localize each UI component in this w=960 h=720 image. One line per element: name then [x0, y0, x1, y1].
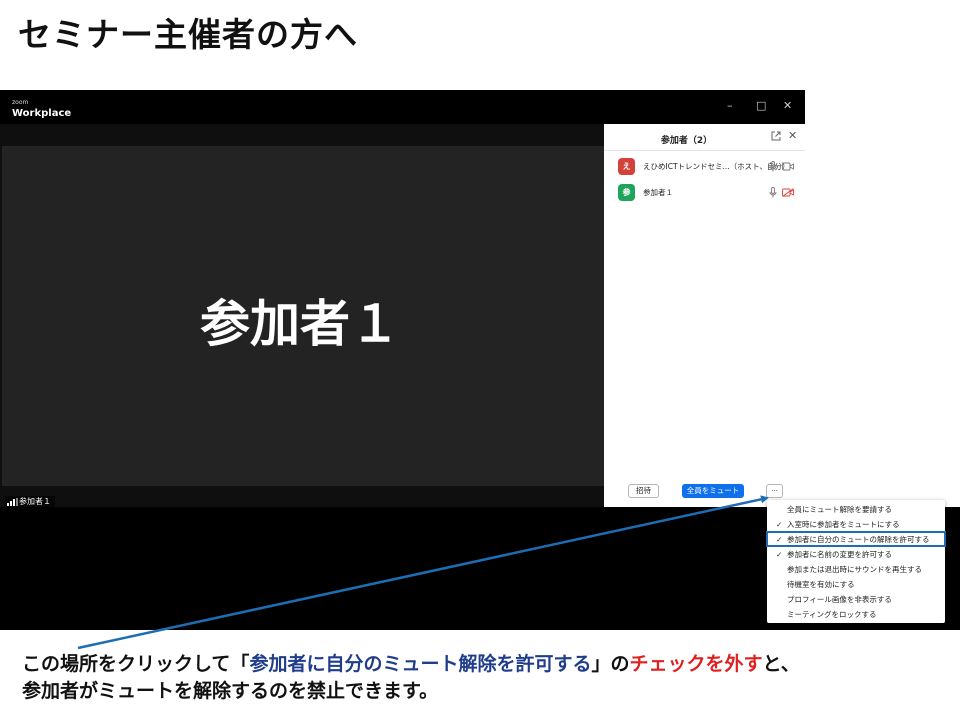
participant-options-menu: 全員にミュート解除を要請する ✓ 入室時に参加者をミュートにする ✓ 参加者に自…	[767, 500, 945, 623]
participant-row-host[interactable]: え えひめICTトレンドセミ...（ホスト、自分）	[618, 158, 798, 176]
caption-highlight-option: 参加者に自分のミュート解除を許可する	[249, 653, 592, 675]
menu-item-label: 参加または退出時にサウンドを再生する	[787, 565, 922, 574]
participant-name: えひめICTトレンドセミ...（ホスト、自分）	[643, 162, 790, 171]
menu-item-play-sound[interactable]: 参加または退出時にサウンドを再生する	[767, 562, 945, 577]
video-tile-label-text: 参加者１	[19, 497, 51, 506]
menu-item-ask-unmute[interactable]: 全員にミュート解除を要請する	[767, 502, 945, 517]
video-tile[interactable]: 参加者１ 参加者１	[2, 146, 604, 508]
highlight-box	[766, 531, 946, 547]
menu-item-lock-meeting[interactable]: ミーティングをロックする	[767, 607, 945, 622]
maximize-button[interactable]: □	[756, 99, 766, 113]
popout-icon[interactable]	[771, 131, 781, 141]
panel-close-icon[interactable]: ✕	[788, 129, 797, 142]
menu-item-waiting-room[interactable]: 待機室を有効にする	[767, 577, 945, 592]
caption-text: この場所をクリックして「	[22, 653, 250, 675]
avatar: え	[618, 158, 635, 175]
menu-item-label: 入室時に参加者をミュートにする	[787, 520, 900, 529]
caption-text: と、	[762, 653, 800, 675]
check-icon: ✓	[776, 550, 783, 559]
instruction-caption: この場所をクリックして「参加者に自分のミュート解除を許可する」のチェックを外すと…	[22, 651, 952, 705]
window-titlebar: zoom Workplace – □ ✕	[0, 90, 805, 124]
participants-panel-title: 参加者（2）	[660, 136, 713, 146]
check-icon: ✓	[776, 520, 783, 529]
zoom-window: zoom Workplace – □ ✕ 参加者１ 参加者１ 参加者（2） ✕ …	[0, 90, 805, 508]
video-area: 参加者１ 参加者１	[0, 124, 604, 508]
signal-icon	[7, 498, 18, 506]
video-off-icon[interactable]	[782, 188, 794, 197]
more-options-button[interactable]: ...	[766, 484, 783, 498]
menu-item-allow-rename[interactable]: ✓ 参加者に名前の変更を許可する	[767, 547, 945, 562]
menu-item-label: 待機室を有効にする	[787, 580, 855, 589]
menu-item-label: 全員にミュート解除を要請する	[787, 505, 892, 514]
caption-line-2: 参加者がミュートを解除するのを禁止できます。	[22, 680, 439, 702]
panel-divider	[604, 150, 805, 151]
video-camera-icon[interactable]	[782, 162, 794, 171]
participants-panel: 参加者（2） ✕ え えひめICTトレンドセミ...（ホスト、自分） 参 参加者…	[604, 124, 805, 508]
menu-item-label: ミーティングをロックする	[787, 610, 877, 619]
participant-name: 参加者１	[643, 188, 673, 197]
mute-all-button[interactable]: 全員をミュート	[682, 484, 744, 498]
zoom-logo-workplace: Workplace	[12, 108, 72, 119]
video-participant-name: 参加者１	[200, 295, 400, 353]
menu-item-mute-on-entry[interactable]: ✓ 入室時に参加者をミュートにする	[767, 517, 945, 532]
caption-line-1: この場所をクリックして「参加者に自分のミュート解除を許可する」のチェックを外すと…	[22, 651, 952, 678]
zoom-logo-small: zoom	[12, 99, 29, 106]
mic-icon[interactable]	[769, 187, 777, 198]
menu-item-label: 参加者に名前の変更を許可する	[787, 550, 892, 559]
close-window-button[interactable]: ✕	[783, 99, 792, 113]
participant-row-guest[interactable]: 参 参加者１	[618, 184, 798, 202]
menu-item-label: プロフィール画像を非表示する	[787, 595, 892, 604]
caption-text: 」の	[591, 653, 630, 675]
avatar: 参	[618, 184, 635, 201]
slide-title: セミナー主催者の方へ	[18, 15, 358, 54]
menu-item-hide-profile[interactable]: プロフィール画像を非表示する	[767, 592, 945, 607]
mic-icon[interactable]	[769, 161, 777, 172]
caption-highlight-action: チェックを外す	[629, 653, 763, 675]
minimize-button[interactable]: –	[727, 99, 733, 113]
invite-button[interactable]: 招待	[628, 484, 659, 498]
